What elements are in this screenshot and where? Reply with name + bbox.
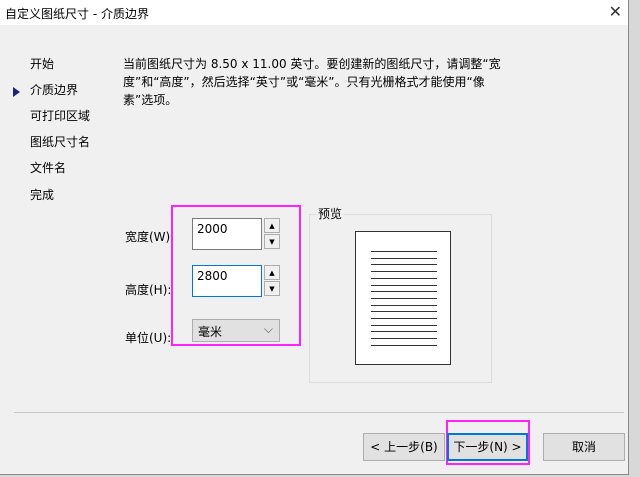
height-input[interactable]: 2800 (192, 265, 262, 297)
dialog-window: 自定义图纸尺寸 - 介质边界 ✕ 开始 介质边界 可打印区域 图纸尺寸名 文件名… (0, 0, 629, 475)
preview-text-line (371, 271, 437, 273)
preview-text-line (371, 297, 437, 299)
title-bar: 自定义图纸尺寸 - 介质边界 ✕ (0, 0, 628, 25)
current-step-arrow-icon (13, 87, 20, 97)
preview-text-line (371, 331, 437, 333)
spin-up-icon[interactable]: ▲ (264, 265, 280, 280)
spin-up-icon[interactable]: ▲ (264, 218, 280, 233)
window-title: 自定义图纸尺寸 - 介质边界 (5, 7, 149, 21)
preview-text-line (371, 251, 437, 252)
sidebar-item-printable-area: 可打印区域 (30, 109, 91, 123)
cancel-button[interactable]: 取消 (543, 433, 625, 461)
preview-text-line (371, 291, 437, 293)
height-label: 高度(H): (125, 283, 172, 297)
preview-text-line (371, 264, 437, 266)
preview-text-line (371, 257, 437, 259)
width-stepper[interactable]: ▲ ▼ (264, 218, 280, 251)
description-text: 当前图纸尺寸为 8.50 x 11.00 英寸。要创建新的图纸尺寸，请调整“宽度… (123, 57, 501, 107)
preview-text-line (371, 284, 437, 286)
sidebar-item-paper-size-name: 图纸尺寸名 (30, 135, 91, 149)
preview-text-line (371, 344, 437, 346)
unit-select[interactable]: 毫米 ⌵ (192, 319, 280, 342)
back-button[interactable]: < 上一步(B) (363, 433, 445, 461)
chevron-down-icon: ⌵ (263, 322, 273, 336)
preview-text-line (371, 318, 437, 319)
preview-text-line (371, 311, 437, 313)
divider (14, 412, 624, 413)
preview-text-line (371, 277, 437, 279)
spin-down-icon[interactable]: ▼ (264, 234, 280, 249)
width-input[interactable]: 2000 (192, 218, 262, 250)
preview-text-line (371, 324, 437, 326)
sidebar-item-media-bounds: 介质边界 (30, 83, 79, 97)
sidebar-item-finish: 完成 (30, 188, 55, 202)
preview-text-line (371, 338, 437, 340)
sidebar-item-start: 开始 (30, 57, 55, 71)
height-stepper[interactable]: ▲ ▼ (264, 265, 280, 298)
width-label: 宽度(W): (125, 230, 175, 244)
preview-label: 预览 (316, 205, 345, 222)
close-icon[interactable]: ✕ (609, 2, 622, 21)
sidebar-item-file-name: 文件名 (30, 161, 67, 175)
unit-label: 单位(U): (125, 331, 172, 345)
unit-value: 毫米 (198, 325, 223, 339)
next-button[interactable]: 下一步(N) > (447, 433, 528, 461)
preview-text-line (371, 304, 437, 306)
paper-preview (355, 231, 451, 365)
spin-down-icon[interactable]: ▼ (264, 281, 280, 296)
